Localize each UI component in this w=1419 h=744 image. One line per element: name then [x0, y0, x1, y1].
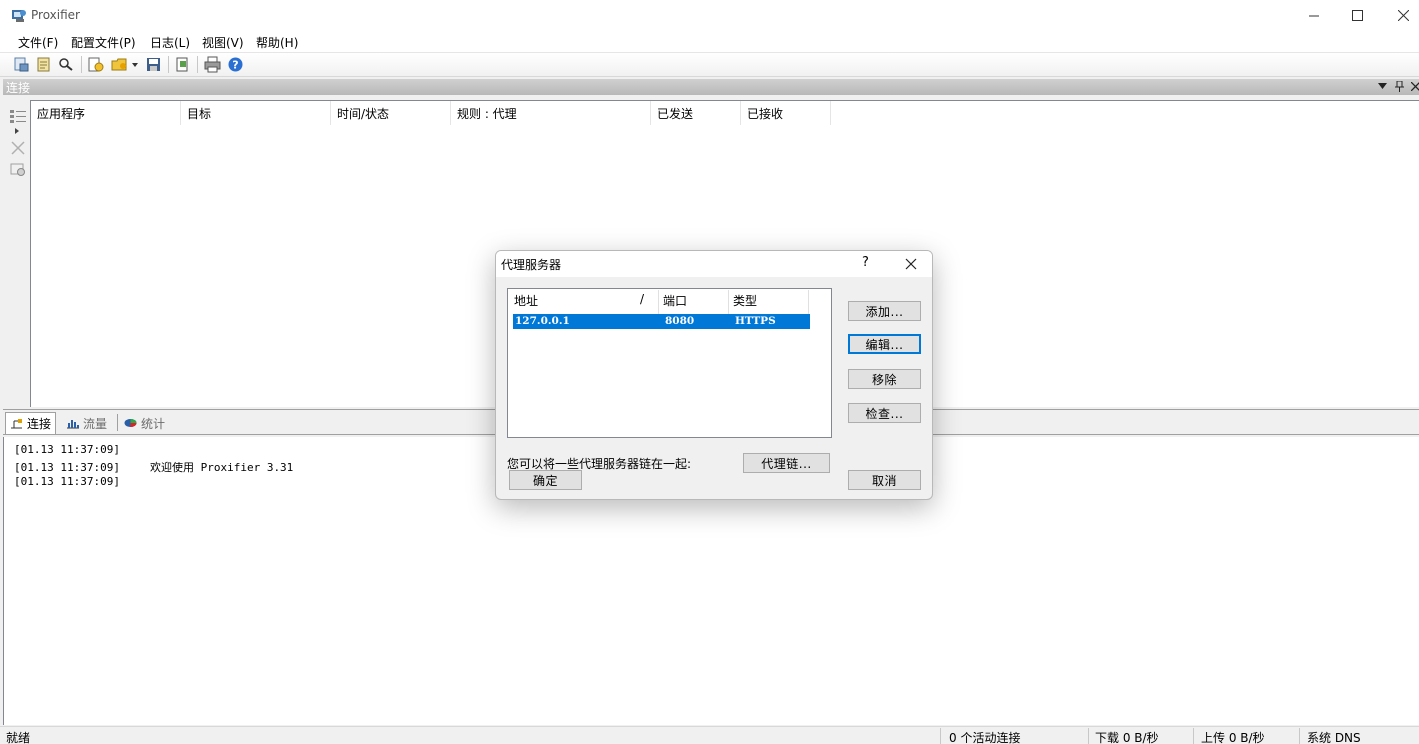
maximize-button[interactable] [1334, 0, 1380, 31]
dialog-title: 代理服务器 [501, 258, 562, 272]
pin-icon[interactable] [1395, 81, 1404, 92]
header-type[interactable]: 类型 [733, 292, 757, 309]
status-separator [1088, 728, 1089, 744]
open-folder-icon[interactable] [111, 56, 128, 73]
column-received[interactable]: 已接收 [741, 101, 831, 125]
header-separator [658, 290, 659, 314]
profile-icon[interactable] [35, 56, 52, 73]
add-button[interactable]: 添加... [848, 301, 921, 321]
statistics-icon [124, 419, 137, 427]
chevron-down-icon[interactable] [132, 63, 138, 67]
status-ready: 就绪 [6, 731, 31, 744]
add-icon[interactable] [87, 56, 104, 73]
toolbar: ? [0, 53, 1419, 77]
minimize-button[interactable] [1291, 0, 1337, 31]
tab-statistics[interactable]: 统计 [120, 412, 169, 434]
log-message: 欢迎使用 Proxifier 3.31 [149, 461, 294, 474]
log-time: [01.13 11:37:09] [14, 461, 120, 474]
status-upload: 上传 0 B/秒 [1201, 731, 1265, 744]
status-separator [940, 728, 941, 744]
connections-icon [11, 418, 22, 428]
menu-log[interactable]: 日志(L) [150, 34, 190, 51]
close-connection-icon[interactable] [10, 141, 26, 155]
view-details-icon[interactable] [10, 109, 26, 123]
dialog-help-button[interactable]: ? [862, 255, 869, 270]
window-title: Proxifier [31, 8, 80, 22]
new-profile-icon[interactable] [13, 56, 30, 73]
title-bar: Proxifier [0, 0, 1419, 31]
tab-traffic-label: 流量 [83, 416, 108, 431]
pane-menu-icon[interactable] [1378, 83, 1387, 89]
tab-traffic[interactable]: 流量 [62, 412, 111, 434]
tab-connections-label: 连接 [27, 417, 52, 431]
log-time: [01.13 11:37:09] [14, 475, 120, 488]
status-separator [1193, 728, 1194, 744]
close-window-button[interactable] [1380, 0, 1419, 31]
traffic-icon [67, 420, 79, 429]
pane-close-icon[interactable] [1411, 82, 1419, 91]
svg-text:?: ? [232, 59, 238, 72]
check-button[interactable]: 检查... [848, 403, 921, 423]
edit-button[interactable]: 编辑... [848, 334, 921, 354]
toolbar-separator [168, 56, 169, 73]
log-line: [01.13 11:37:09] [14, 475, 120, 488]
tab-statistics-label: 统计 [141, 416, 166, 431]
close-icon [1397, 10, 1409, 21]
proxy-server-list[interactable]: 地址 / 端口 类型 127.0.0.1 8080 HTTPS [507, 288, 832, 438]
log-line: [01.13 11:37:09] 欢迎使用 Proxifier 3.31 [14, 459, 293, 475]
proxy-type: HTTPS [735, 315, 776, 327]
menu-profile[interactable]: 配置文件(P) [71, 34, 136, 51]
log-line: [01.13 11:37:09] [14, 443, 120, 456]
tab-connections[interactable]: 连接 [5, 412, 57, 434]
sort-indicator: / [640, 292, 645, 306]
menu-file[interactable]: 文件(F) [18, 34, 58, 51]
chevron-right-icon[interactable] [15, 128, 19, 134]
column-rule-proxy[interactable]: 规则 : 代理 [451, 101, 651, 125]
column-sent[interactable]: 已发送 [651, 101, 741, 125]
proxy-servers-dialog: 代理服务器 ? 地址 / 端口 类型 127.0.0.1 8080 HTTPS … [495, 250, 933, 500]
print-icon[interactable] [204, 56, 221, 73]
connections-pane-header: 连接 [3, 79, 1419, 95]
proxifier-logo-icon [12, 10, 26, 22]
maximize-icon [1351, 10, 1363, 21]
toolbar-separator [81, 56, 82, 73]
log-time: [01.13 11:37:09] [14, 443, 120, 456]
menu-view[interactable]: 视图(V) [202, 34, 244, 51]
status-bar: 就绪 0 个活动连接 下载 0 B/秒 上传 0 B/秒 系统 DNS [0, 726, 1419, 744]
header-port[interactable]: 端口 [663, 292, 687, 309]
header-address[interactable]: 地址 [514, 292, 538, 309]
connection-details-icon[interactable] [10, 163, 26, 177]
proxy-port: 8080 [665, 315, 695, 327]
dialog-close-icon[interactable] [900, 254, 922, 274]
minimize-icon [1309, 15, 1319, 16]
proxy-row-selected[interactable]: 127.0.0.1 8080 HTTPS [513, 314, 810, 329]
connections-side-toolbar [3, 97, 31, 407]
search-icon[interactable] [57, 56, 74, 73]
header-separator [728, 290, 729, 314]
dialog-title-bar: 代理服务器 ? [496, 251, 932, 277]
ok-button[interactable]: 确定 [509, 470, 582, 490]
status-active-connections: 0 个活动连接 [949, 731, 1021, 744]
status-download: 下载 0 B/秒 [1095, 731, 1159, 744]
proxy-settings-icon[interactable] [174, 56, 191, 73]
column-time-status[interactable]: 时间/状态 [331, 101, 451, 125]
column-application[interactable]: 应用程序 [31, 101, 181, 125]
status-separator [1299, 728, 1300, 744]
column-target[interactable]: 目标 [181, 101, 331, 125]
save-icon[interactable] [145, 56, 162, 73]
menu-help[interactable]: 帮助(H) [256, 34, 298, 51]
toolbar-separator [197, 56, 198, 73]
cancel-button[interactable]: 取消 [848, 470, 921, 490]
tab-separator [117, 414, 118, 431]
header-separator [808, 290, 809, 314]
proxy-address: 127.0.0.1 [515, 315, 570, 327]
pane-title: 连接 [6, 81, 31, 95]
remove-button[interactable]: 移除 [848, 369, 921, 389]
proxy-chain-button[interactable]: 代理链... [743, 453, 830, 473]
status-dns: 系统 DNS [1307, 731, 1361, 744]
help-icon[interactable]: ? [227, 56, 244, 73]
menu-bar: 文件(F) 配置文件(P) 日志(L) 视图(V) 帮助(H) [0, 31, 1419, 53]
